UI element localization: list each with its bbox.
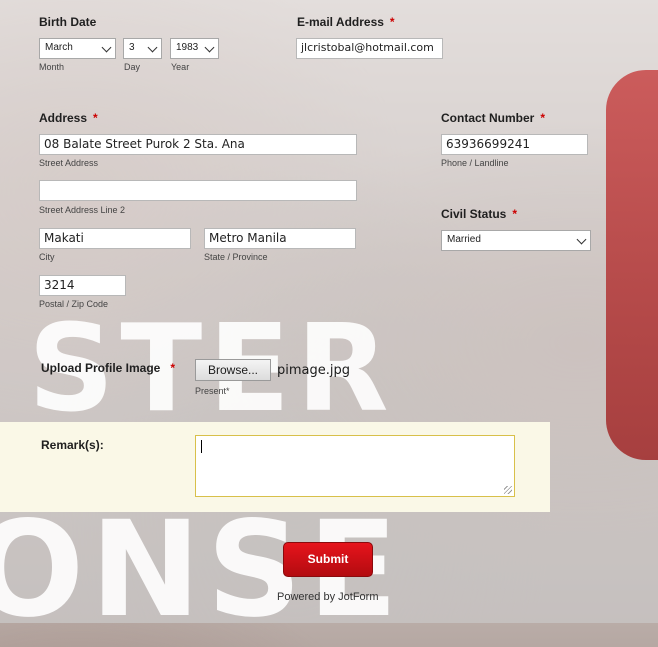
state-province-field[interactable]: Metro Manila	[204, 228, 356, 249]
civil-status-select[interactable]: Married	[441, 230, 591, 251]
chevron-down-icon	[101, 42, 112, 53]
street-address-field[interactable]: 08 Balate Street Purok 2 Sta. Ana	[39, 134, 357, 155]
remarks-label: Remark(s):	[41, 438, 104, 452]
street-address-line2-sublabel: Street Address Line 2	[39, 205, 126, 215]
email-label: E-mail Address *	[297, 15, 395, 29]
city-field[interactable]: Makati	[39, 228, 191, 249]
required-marker: *	[512, 207, 518, 221]
upload-profile-image-label: Upload Profile Image *	[41, 361, 176, 375]
birth-year-select[interactable]: 1983	[170, 38, 219, 59]
chevron-down-icon	[147, 42, 158, 53]
birth-month-sublabel: Month	[39, 62, 65, 72]
street-address-line2-field[interactable]	[39, 180, 357, 201]
chevron-down-icon	[204, 42, 215, 53]
birth-date-label: Birth Date	[39, 15, 97, 29]
birth-month-select[interactable]: March	[39, 38, 116, 59]
required-marker: *	[540, 111, 546, 125]
chevron-down-icon	[576, 234, 587, 245]
contact-number-sublabel: Phone / Landline	[441, 158, 509, 168]
present-sublabel: Present*	[195, 386, 230, 396]
civil-status-label: Civil Status *	[441, 207, 518, 221]
postal-code-sublabel: Postal / Zip Code	[39, 299, 109, 309]
submit-button[interactable]: Submit	[283, 542, 373, 577]
birth-day-sublabel: Day	[124, 62, 141, 72]
birth-day-select[interactable]: 3	[123, 38, 162, 59]
contact-number-field[interactable]: 63936699241	[441, 134, 588, 155]
required-marker: *	[389, 15, 395, 29]
required-marker: *	[93, 111, 98, 125]
state-province-sublabel: State / Province	[204, 252, 268, 262]
birth-year-sublabel: Year	[171, 62, 190, 72]
powered-by-link[interactable]: Powered by JotForm	[277, 591, 378, 603]
city-sublabel: City	[39, 252, 55, 262]
street-address-sublabel: Street Address	[39, 158, 99, 168]
resize-handle-icon[interactable]	[504, 486, 512, 494]
postal-code-field[interactable]: 3214	[39, 275, 126, 296]
civil-status-value: Married	[447, 234, 481, 245]
selected-file-name: pimage.jpg	[277, 363, 350, 378]
email-field[interactable]: jlcristobal@hotmail.com	[296, 38, 443, 59]
birth-year-value: 1983	[176, 42, 199, 53]
birth-month-value: March	[45, 42, 73, 53]
registration-form: Birth Date March 3 1983 Month Day Year E…	[0, 0, 658, 623]
contact-number-label: Contact Number *	[441, 111, 546, 125]
birth-day-value: 3	[129, 42, 135, 53]
address-label: Address *	[39, 111, 98, 125]
browse-button[interactable]: Browse...	[195, 359, 271, 381]
text-cursor	[201, 440, 202, 453]
required-marker: *	[170, 361, 176, 375]
remarks-textarea[interactable]	[195, 435, 515, 497]
